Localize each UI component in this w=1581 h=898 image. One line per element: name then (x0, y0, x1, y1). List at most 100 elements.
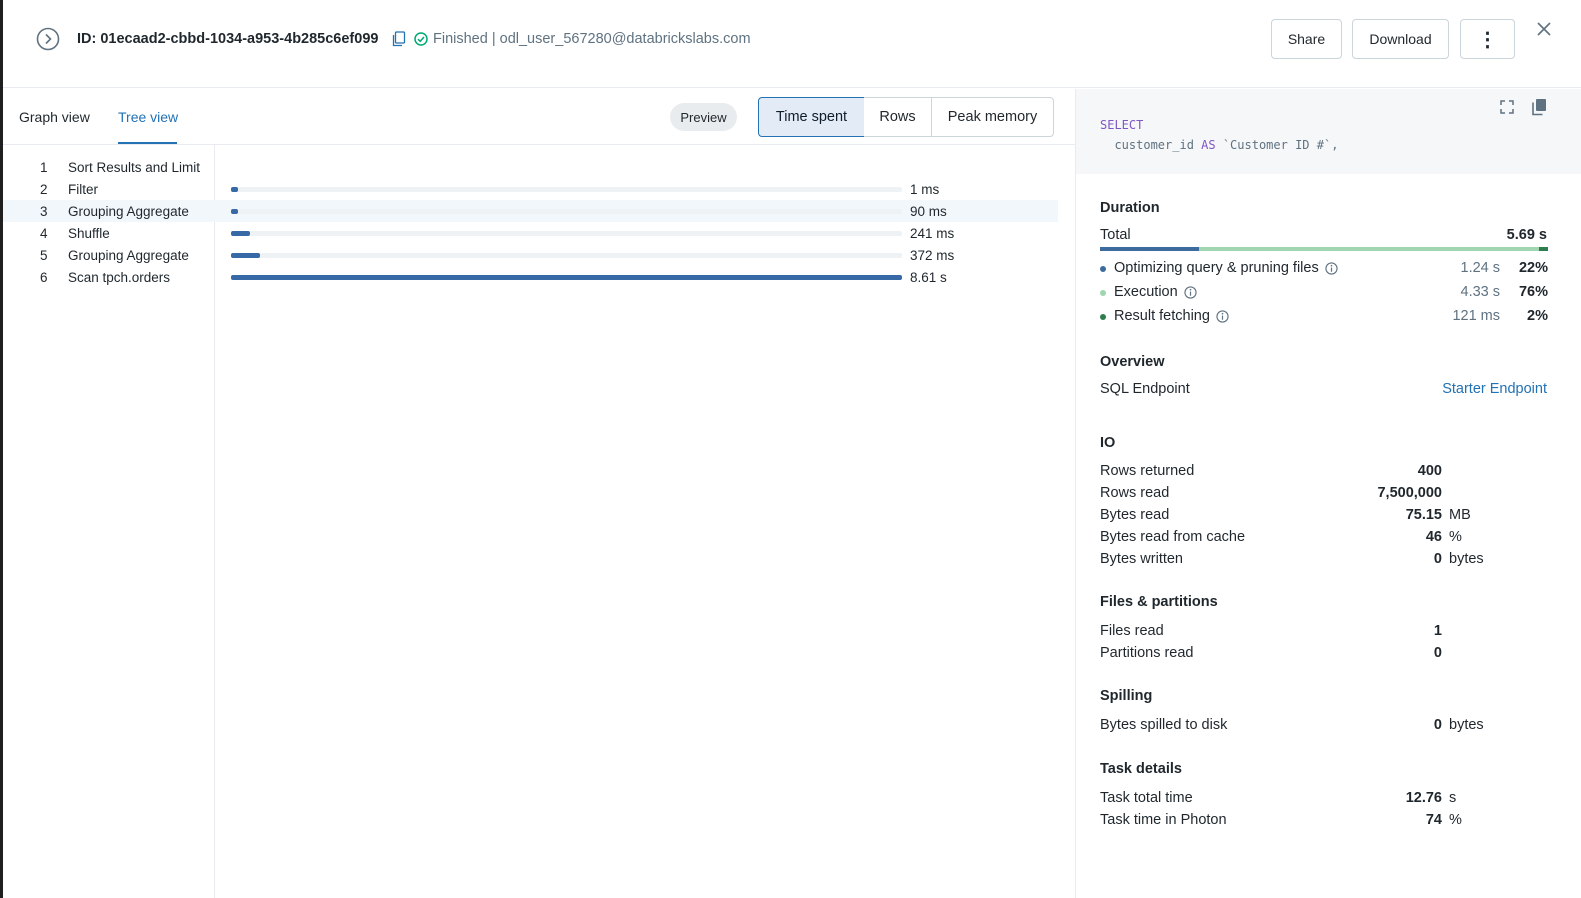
tab-tree-view[interactable]: Tree view (118, 109, 178, 125)
plan-panel: Graph view Tree view Preview Time spent … (3, 89, 1075, 898)
view-tabs: Graph view Tree view Preview Time spent … (3, 89, 1075, 145)
tree-row[interactable]: 6 Scan tpch.orders 8.61 s (3, 266, 1058, 288)
metric-value: 1 (1433, 623, 1442, 639)
time-value: 372 ms (910, 248, 955, 263)
rows-toggle[interactable]: Rows (864, 97, 932, 137)
row-number: 3 (40, 204, 48, 219)
duration-row: Execution 4.33 s 76% (1100, 283, 1548, 303)
time-bar-fill (231, 187, 238, 192)
details-panel: SELECT customer_id AS `Customer ID #`, D… (1075, 89, 1581, 898)
metric-value: 0 (1433, 717, 1442, 733)
legend-dot (1100, 314, 1106, 320)
time-bar-track (231, 275, 902, 280)
metric-label: Partitions read (1100, 645, 1194, 661)
metric-value: 74 (1425, 812, 1442, 828)
tree-row[interactable]: 4 Shuffle 241 ms (3, 222, 1058, 244)
time-bar-fill (231, 253, 260, 258)
metric-value: 0 (1433, 645, 1442, 661)
spilling-title: Spilling (1100, 688, 1153, 704)
tab-graph-view[interactable]: Graph view (19, 109, 90, 125)
metric-label: Bytes written (1100, 551, 1183, 567)
check-circle-icon (414, 32, 428, 46)
metric-label: Task time in Photon (1100, 812, 1227, 828)
metric-value: 46 (1425, 529, 1442, 545)
tree-row[interactable]: 3 Grouping Aggregate 90 ms (3, 200, 1058, 222)
time-value: 90 ms (910, 204, 947, 219)
metric-value: 400 (1417, 463, 1442, 479)
time-bar-fill (231, 209, 238, 214)
legend-dot (1100, 266, 1106, 272)
metric-value: 75.15 (1405, 507, 1442, 523)
sql-endpoint-link[interactable]: Starter Endpoint (1442, 381, 1547, 397)
total-value: 5.69 s (1506, 227, 1547, 243)
peak-memory-toggle[interactable]: Peak memory (931, 97, 1054, 137)
expand-icon[interactable] (1500, 100, 1514, 114)
operator-name: Scan tpch.orders (68, 270, 171, 285)
time-bar-track (231, 231, 902, 236)
duration-percent: 76% (1518, 284, 1548, 300)
copy-icon[interactable] (392, 31, 406, 47)
duration-label: Optimizing query & pruning files (1114, 260, 1338, 276)
sql-endpoint-label: SQL Endpoint (1100, 381, 1190, 397)
close-icon[interactable] (1536, 21, 1552, 37)
time-spent-toggle[interactable]: Time spent (758, 97, 865, 137)
row-number: 1 (40, 160, 48, 175)
task-details-title: Task details (1100, 761, 1182, 777)
time-bar-fill (231, 231, 250, 236)
chevron-circle-right-icon[interactable] (36, 27, 60, 51)
more-options-button[interactable]: ⋮ (1460, 19, 1515, 59)
duration-row: Result fetching 121 ms 2% (1100, 307, 1548, 327)
legend-dot (1100, 290, 1106, 296)
info-icon[interactable] (1325, 261, 1338, 275)
query-id-title: ID: 01ecaad2-cbbd-1034-a953-4b285c6ef099 (77, 31, 379, 47)
operator-name: Filter (68, 182, 98, 197)
duration-percent: 22% (1518, 260, 1548, 276)
duration-time: 4.33 s (1460, 284, 1501, 300)
download-button[interactable]: Download (1352, 19, 1449, 59)
info-icon[interactable] (1216, 309, 1229, 323)
time-bar-track (231, 253, 902, 258)
sql-keyword: SELECT (1100, 118, 1144, 132)
header: ID: 01ecaad2-cbbd-1034-a953-4b285c6ef099… (3, 0, 1581, 88)
time-bar-track (231, 187, 902, 192)
time-value: 241 ms (910, 226, 955, 241)
metric-unit: bytes (1449, 717, 1484, 733)
duration-label: Execution (1114, 284, 1197, 300)
duration-segment (1100, 247, 1199, 251)
metric-unit: MB (1449, 507, 1471, 523)
duration-label: Result fetching (1114, 308, 1229, 324)
status-label: Finished | odl_user_567280@databrickslab… (433, 31, 751, 47)
metric-unit: % (1449, 529, 1462, 545)
metric-unit: s (1449, 790, 1457, 806)
metric-label: Rows read (1100, 485, 1170, 501)
sql-token: customer_id (1114, 138, 1202, 152)
duration-segment (1539, 247, 1548, 251)
query-text-box: SELECT customer_id AS `Customer ID #`, (1076, 89, 1581, 174)
operator-name: Grouping Aggregate (68, 248, 189, 263)
duration-row: Optimizing query & pruning files 1.24 s 22… (1100, 259, 1548, 279)
row-number: 6 (40, 270, 48, 285)
info-icon[interactable] (1184, 285, 1197, 299)
duration-breakdown-bar (1100, 247, 1548, 251)
copy-query-icon[interactable] (1531, 98, 1547, 116)
metric-value: 12.76 (1405, 790, 1442, 806)
tree-row[interactable]: 1 Sort Results and Limit (3, 156, 1058, 178)
query-text: SELECT customer_id AS `Customer ID #`, (1100, 115, 1338, 155)
metric-label: Rows returned (1100, 463, 1195, 479)
duration-time: 1.24 s (1460, 260, 1501, 276)
total-label: Total (1100, 227, 1131, 243)
tree-row[interactable]: 2 Filter 1 ms (3, 178, 1058, 200)
duration-segment (1198, 247, 1540, 251)
tree-row[interactable]: 5 Grouping Aggregate 372 ms (3, 244, 1058, 266)
row-number: 5 (40, 248, 48, 263)
duration-title: Duration (1100, 200, 1160, 216)
active-tab-indicator (118, 142, 177, 144)
time-bar-fill (231, 275, 902, 280)
share-button[interactable]: Share (1271, 19, 1342, 59)
metric-label: Task total time (1100, 790, 1193, 806)
metric-unit: bytes (1449, 551, 1484, 567)
time-bar-track (231, 209, 902, 214)
operator-name: Sort Results and Limit (68, 160, 201, 175)
overview-title: Overview (1100, 354, 1165, 370)
metric-label: Bytes read from cache (1100, 529, 1246, 545)
